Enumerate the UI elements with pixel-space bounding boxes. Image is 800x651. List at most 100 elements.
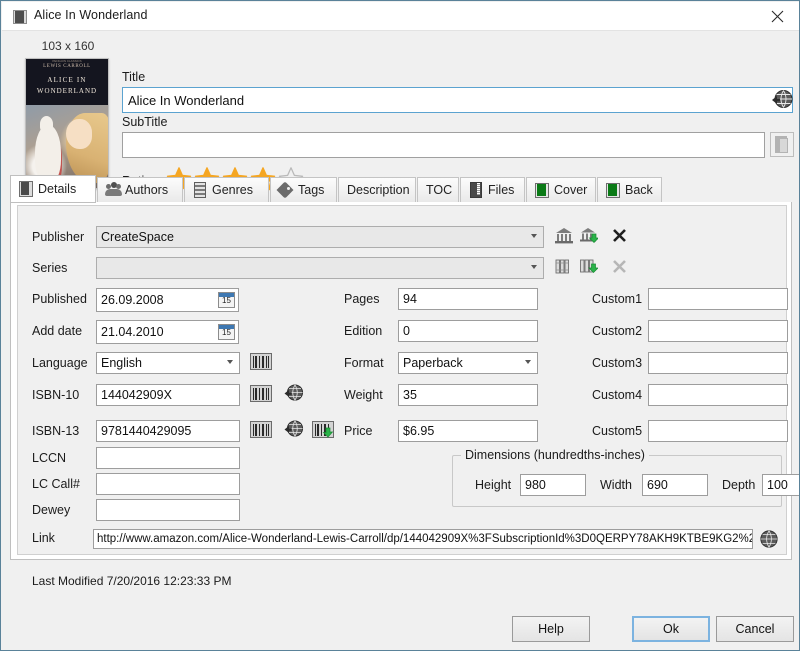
published-date-input[interactable]: 26.09.2008 15 (96, 288, 239, 312)
publisher-clear-icon[interactable] (612, 228, 627, 248)
publisher-combobox[interactable]: CreateSpace (96, 226, 544, 248)
tab-files[interactable]: Files (460, 177, 525, 203)
tab-panel-details: Publisher CreateSpace Series Published 2… (10, 202, 799, 588)
green-book-icon (606, 182, 620, 198)
globe-icon[interactable] (283, 382, 305, 404)
calendar-day: 15 (222, 328, 231, 337)
globe-icon[interactable] (283, 418, 305, 440)
tab-label: Tags (298, 183, 325, 197)
barcode-download-icon[interactable] (312, 421, 334, 438)
tab-details[interactable]: Details (10, 175, 96, 203)
tab-tags[interactable]: Tags (270, 177, 337, 203)
dewey-input[interactable] (96, 499, 240, 521)
tab-label: Back (625, 183, 653, 197)
tab-authors[interactable]: Authors (97, 177, 183, 203)
link-input[interactable]: http://www.amazon.com/Alice-Wonderland-L… (93, 529, 753, 549)
publisher-value: CreateSpace (101, 230, 174, 244)
publisher-browse-icon[interactable] (555, 227, 573, 250)
calendar-icon[interactable]: 15 (218, 324, 235, 340)
custom4-label: Custom4 (592, 388, 643, 402)
globe-icon[interactable] (770, 87, 795, 112)
book-details-dialog: Alice In Wonderland 103 x 160 PENGUIN CL… (0, 0, 800, 651)
link-label: Link (32, 531, 55, 545)
barcode-icon[interactable] (250, 353, 272, 370)
chevron-down-icon (531, 265, 538, 272)
users-icon (105, 182, 122, 198)
help-button[interactable]: Help (512, 616, 590, 642)
lc-call-label: LC Call# (32, 477, 80, 491)
edition-input[interactable] (398, 320, 538, 342)
last-modified-text: Last Modified 7/20/2016 12:23:33 PM (32, 574, 232, 588)
cover-title-band: PENGUIN CLASSICS LEWIS CARROLL ALICE IN … (26, 59, 108, 105)
tab-genres[interactable]: Genres (184, 177, 269, 203)
chevron-down-icon (525, 360, 532, 367)
chevron-down-icon (227, 360, 234, 367)
barcode-icon[interactable] (250, 421, 272, 438)
published-label: Published (32, 292, 87, 306)
title-field-label: Title (122, 70, 146, 84)
globe-icon[interactable] (758, 528, 780, 550)
tab-label: Description (347, 183, 410, 197)
subtitle-input[interactable] (122, 132, 765, 158)
custom2-input[interactable] (648, 320, 788, 342)
dewey-label: Dewey (32, 503, 71, 517)
cover-author-line: LEWIS CARROLL (43, 64, 91, 69)
dim-depth-input[interactable] (762, 474, 799, 496)
add-date-label: Add date (32, 324, 83, 338)
custom2-label: Custom2 (592, 324, 643, 338)
publisher-add-icon[interactable] (580, 227, 600, 250)
custom3-input[interactable] (648, 352, 788, 374)
tab-bar: Details Authors Genres Tags Description TOC Fi… (10, 175, 792, 203)
cancel-button[interactable]: Cancel (716, 616, 794, 642)
calendar-day: 15 (222, 296, 231, 305)
chevron-down-icon (531, 234, 538, 241)
dim-width-label: Width (600, 478, 632, 492)
isbn10-input[interactable] (96, 384, 240, 406)
book-icon[interactable] (770, 132, 794, 157)
add-date-input[interactable]: 21.04.2010 15 (96, 320, 239, 344)
format-combobox[interactable]: Paperback (398, 352, 538, 374)
series-add-icon[interactable] (580, 258, 599, 280)
title-input[interactable] (122, 87, 793, 113)
cover-thumbnail[interactable]: PENGUIN CLASSICS LEWIS CARROLL ALICE IN … (25, 58, 109, 189)
ok-button[interactable]: Ok (632, 616, 710, 642)
window-titlebar: Alice In Wonderland (2, 2, 799, 31)
custom1-label: Custom1 (592, 292, 643, 306)
language-combobox[interactable]: English (96, 352, 240, 374)
lc-call-input[interactable] (96, 473, 240, 495)
dim-height-input[interactable] (520, 474, 586, 496)
series-combobox[interactable] (96, 257, 544, 279)
custom5-input[interactable] (648, 420, 788, 442)
window-title: Alice In Wonderland (34, 8, 148, 22)
series-label: Series (32, 261, 68, 275)
lccn-label: LCCN (32, 451, 67, 465)
tab-label: Genres (212, 183, 253, 197)
format-label: Format (344, 356, 384, 370)
published-date-value: 26.09.2008 (101, 293, 164, 307)
custom5-label: Custom5 (592, 424, 643, 438)
price-input[interactable] (398, 420, 538, 442)
barcode-icon[interactable] (250, 385, 272, 402)
custom1-input[interactable] (648, 288, 788, 310)
dim-depth-label: Depth (722, 478, 756, 492)
language-label: Language (32, 356, 88, 370)
pages-input[interactable] (398, 288, 538, 310)
weight-input[interactable] (398, 384, 538, 406)
custom4-input[interactable] (648, 384, 788, 406)
isbn13-label: ISBN-13 (32, 424, 80, 438)
price-label: Price (344, 424, 373, 438)
dim-width-input[interactable] (642, 474, 708, 496)
series-browse-icon[interactable] (555, 258, 573, 280)
tab-back[interactable]: Back (597, 177, 662, 203)
tab-toc[interactable]: TOC (417, 177, 459, 203)
close-icon[interactable] (754, 2, 799, 31)
isbn13-input[interactable] (96, 420, 240, 442)
tab-label: Authors (125, 183, 169, 197)
tab-cover[interactable]: Cover (526, 177, 596, 203)
lccn-input[interactable] (96, 447, 240, 469)
calendar-icon[interactable]: 15 (218, 292, 235, 308)
tab-description[interactable]: Description (338, 177, 416, 203)
publisher-label: Publisher (32, 230, 85, 244)
subtitle-field-label: SubTitle (122, 115, 168, 129)
details-form: Publisher CreateSpace Series Published 2… (17, 205, 799, 588)
